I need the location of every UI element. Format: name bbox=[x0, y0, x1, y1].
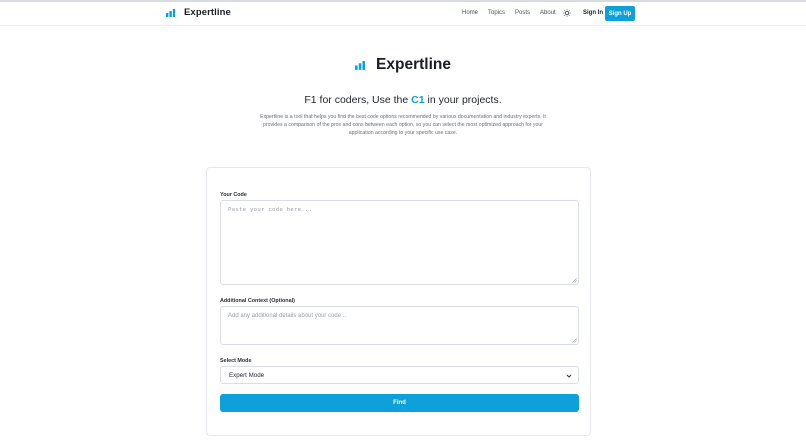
navbar: Expertline Home Topics Posts About Sign … bbox=[0, 2, 806, 26]
nav-about[interactable]: About bbox=[540, 10, 556, 16]
tagline-start: F1 for coders, Use the bbox=[304, 94, 412, 106]
bars-logo-icon bbox=[166, 8, 176, 17]
bars-logo-icon bbox=[355, 60, 366, 70]
context-placeholder: Add any additional details about your co… bbox=[228, 313, 347, 319]
sign-up-button[interactable]: Sign Up bbox=[605, 6, 635, 21]
chevron-down-icon bbox=[566, 374, 572, 378]
brand-link[interactable]: Expertline bbox=[166, 7, 231, 18]
hero-description: Expertline is a tool that helps you find… bbox=[260, 114, 546, 136]
context-label: Additional Context (Optional) bbox=[220, 298, 295, 304]
mode-label: Select Mode bbox=[220, 358, 252, 364]
tagline-end: in your projects. bbox=[424, 94, 502, 106]
hero-title: Expertline bbox=[376, 56, 451, 73]
sign-in-link[interactable]: Sign In bbox=[583, 10, 603, 16]
nav-links: Home Topics Posts About bbox=[462, 10, 566, 16]
hero-heading: Expertline bbox=[0, 56, 806, 74]
code-placeholder: Paste your code here... bbox=[228, 207, 313, 213]
context-input[interactable]: Add any additional details about your co… bbox=[220, 306, 579, 345]
nav-topics[interactable]: Topics bbox=[488, 10, 505, 16]
mode-select[interactable]: Expert Mode bbox=[220, 366, 579, 384]
tagline-accent: C1 bbox=[411, 94, 425, 106]
resize-grip-icon[interactable] bbox=[572, 338, 577, 343]
code-label: Your Code bbox=[220, 192, 247, 198]
find-button[interactable]: Find bbox=[220, 394, 579, 412]
nav-posts[interactable]: Posts bbox=[515, 10, 530, 16]
code-input[interactable]: Paste your code here... bbox=[220, 200, 579, 285]
mode-select-value: Expert Mode bbox=[229, 371, 265, 379]
tagline: F1 for coders, Use the C1 in your projec… bbox=[0, 94, 806, 106]
resize-grip-icon[interactable] bbox=[572, 278, 577, 283]
sun-icon[interactable] bbox=[563, 9, 571, 17]
brand-name: Expertline bbox=[184, 7, 231, 18]
search-form-card: Your Code Paste your code here... Additi… bbox=[206, 167, 591, 436]
nav-home[interactable]: Home bbox=[462, 10, 478, 16]
